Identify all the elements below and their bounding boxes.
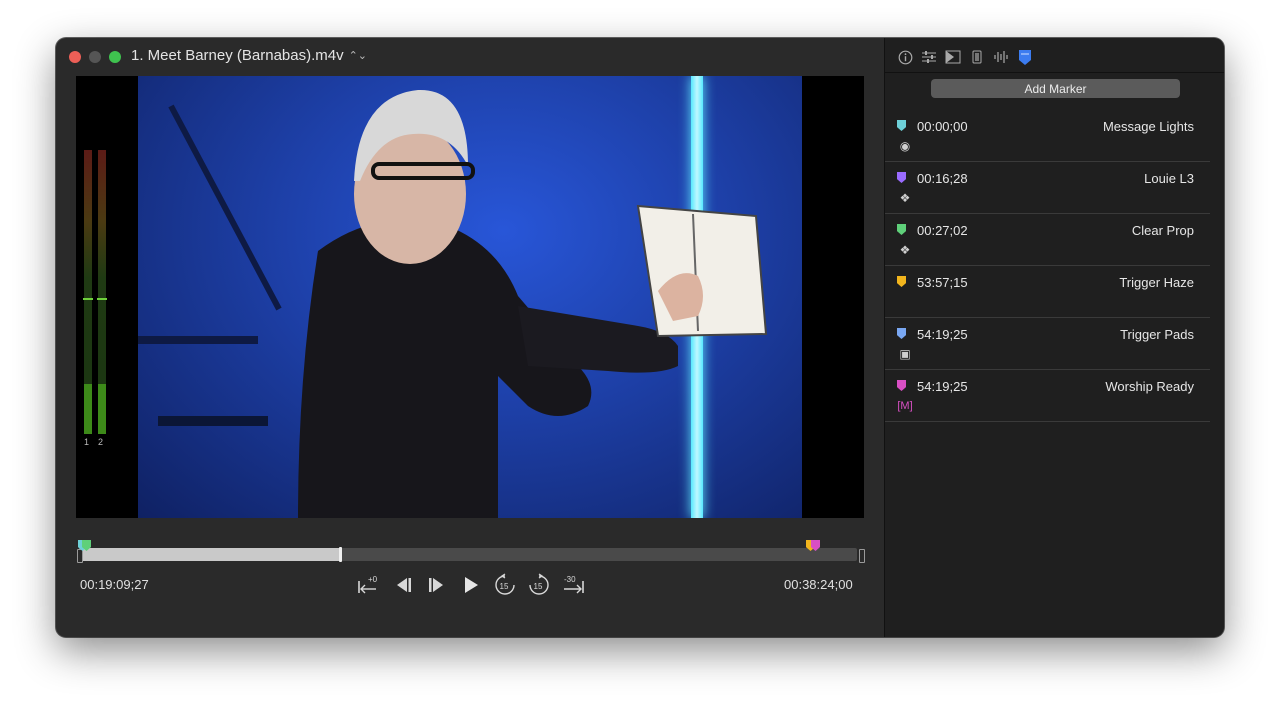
marker-icon[interactable] xyxy=(1017,49,1033,65)
marker-row[interactable]: 54:19;25 Worship Ready [M] xyxy=(885,370,1210,422)
audio-waveform-icon[interactable] xyxy=(993,49,1009,65)
marker-time: 53:57;15 xyxy=(917,275,968,290)
audio-trigger-icon: ▣ xyxy=(899,347,911,361)
marker-row[interactable]: 00:16;28 Louie L3 ❖ xyxy=(885,162,1210,214)
step-back-icon xyxy=(397,578,412,592)
timeline-scrubber[interactable] xyxy=(77,540,865,564)
play-icon xyxy=(464,577,478,593)
window-title[interactable]: 1. Meet Barney (Barnabas).m4v ⌃⌄ xyxy=(131,47,367,64)
skip-forward-15-button[interactable]: 15 xyxy=(526,572,551,598)
close-window-button[interactable] xyxy=(69,51,81,63)
marker-row[interactable]: 00:00;00 Message Lights ◉ xyxy=(885,110,1210,162)
marker-time: 00:00;00 xyxy=(917,119,968,134)
panel-divider xyxy=(885,72,1224,73)
title-chevron-icon: ⌃⌄ xyxy=(348,50,368,62)
meter-label-2: 2 xyxy=(98,437,104,447)
audio-meter-channel-2 xyxy=(97,150,107,434)
marker-row[interactable]: 54:19;25 Trigger Pads ▣ xyxy=(885,318,1210,370)
go-to-start-button[interactable]: +0 xyxy=(356,572,382,598)
marker-pin-icon xyxy=(897,328,906,339)
marker-pin-icon xyxy=(897,380,906,391)
play-button[interactable] xyxy=(459,572,484,598)
video-preview: 1 2 xyxy=(76,76,864,518)
go-to-end-icon: -30 xyxy=(563,575,584,594)
zoom-window-button[interactable] xyxy=(109,51,121,63)
marker-pin-icon xyxy=(897,172,906,183)
out-point-handle[interactable] xyxy=(859,549,865,563)
skip-back-15-button[interactable]: 15 xyxy=(492,572,517,598)
inspector-panel: Add Marker 00:00;00 Message Lights ◉ 00:16;… xyxy=(884,38,1224,637)
svg-text:-30: -30 xyxy=(564,575,576,584)
info-icon[interactable] xyxy=(897,49,913,65)
layers-icon: ❖ xyxy=(899,191,911,205)
marker-name: Message Lights xyxy=(1102,119,1194,134)
transport-controls: +0 15 15 -30 xyxy=(356,570,586,600)
marker-pin-icon xyxy=(897,120,906,131)
next-frame-button[interactable] xyxy=(425,572,450,598)
go-to-end-button[interactable]: -30 xyxy=(560,572,586,598)
marker-time: 54:19;25 xyxy=(917,327,968,342)
marker-time: 00:27;02 xyxy=(917,223,968,238)
marker-row[interactable]: 53:57;15 Trigger Haze xyxy=(885,266,1210,318)
marker-name: Louie L3 xyxy=(1144,171,1194,186)
marker-name: Trigger Pads xyxy=(1120,327,1194,342)
marker-pin-icon xyxy=(897,276,906,287)
audio-meters: 1 2 xyxy=(83,150,108,450)
lighting-icon: ◉ xyxy=(899,139,911,153)
meter-label-1: 1 xyxy=(84,437,90,447)
previous-frame-button[interactable] xyxy=(391,572,416,598)
marker-pin-icon xyxy=(897,224,906,235)
skip-forward-15-icon: 15 xyxy=(528,573,549,595)
speaker-figure xyxy=(298,89,768,518)
macro-icon: [M] xyxy=(897,400,913,412)
marker-time: 54:19;25 xyxy=(917,379,968,394)
video-frame xyxy=(138,76,802,518)
player-window: 1. Meet Barney (Barnabas).m4v ⌃⌄ 1 2 00:… xyxy=(56,38,1224,637)
marker-name: Trigger Haze xyxy=(1119,275,1194,290)
marker-name: Worship Ready xyxy=(1105,379,1194,394)
svg-text:15: 15 xyxy=(533,582,542,591)
marker-name: Clear Prop xyxy=(1131,223,1194,238)
display-icon[interactable] xyxy=(969,49,985,65)
current-time: 00:19:09;27 xyxy=(80,577,149,592)
go-to-start-icon: +0 xyxy=(358,575,378,594)
inspector-toolbar xyxy=(897,48,1033,66)
sliders-icon[interactable] xyxy=(921,49,937,65)
playhead[interactable] xyxy=(339,547,342,562)
markers-list: 00:00;00 Message Lights ◉ 00:16;28 Louie L3 ❖… xyxy=(885,110,1210,422)
add-marker-button[interactable]: Add Marker xyxy=(931,79,1180,98)
audio-meter-channel-1 xyxy=(83,150,93,434)
step-forward-icon xyxy=(429,578,444,592)
clear-layers-icon: ❖ xyxy=(899,243,911,257)
minimize-window-button[interactable] xyxy=(89,51,101,63)
total-duration: 00:38:24;00 xyxy=(784,577,853,592)
svg-text:15: 15 xyxy=(499,582,508,591)
skip-back-15-icon: 15 xyxy=(495,573,515,595)
svg-text:+0: +0 xyxy=(368,575,378,584)
marker-time: 00:16;28 xyxy=(917,171,968,186)
timeline-played-region xyxy=(79,548,340,561)
marker-row[interactable]: 00:27;02 Clear Prop ❖ xyxy=(885,214,1210,266)
in-point-handle[interactable] xyxy=(77,549,83,563)
transition-icon[interactable] xyxy=(945,49,961,65)
window-title-text: 1. Meet Barney (Barnabas).m4v xyxy=(131,47,344,64)
